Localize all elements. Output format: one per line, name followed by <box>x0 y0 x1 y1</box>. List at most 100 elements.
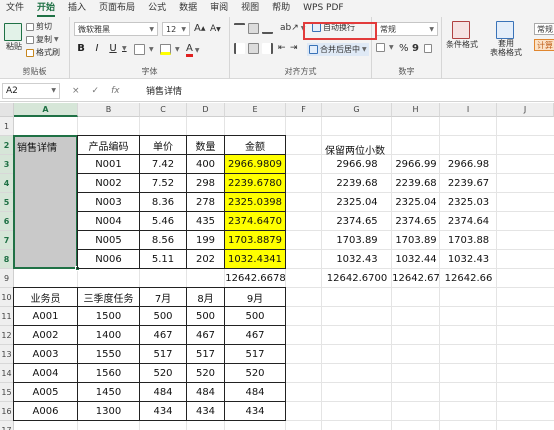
format-as-table-button[interactable]: 套用 表格格式 <box>490 21 522 57</box>
row-header-8[interactable]: 8 <box>0 250 14 269</box>
font-color-button[interactable]: A ▼ <box>186 43 199 57</box>
fill-color-button[interactable]: ▼ <box>160 44 180 55</box>
table1-cell[interactable]: 435 <box>186 211 225 231</box>
rounded-cell[interactable]: 12642.6700 <box>322 269 392 288</box>
table2-cell[interactable]: 517 <box>224 344 286 364</box>
percent-button[interactable]: % <box>399 43 409 54</box>
tab-file[interactable]: 文件 <box>6 0 24 17</box>
column-header-j[interactable]: J <box>497 103 554 117</box>
row-header-5[interactable]: 5 <box>0 193 14 212</box>
table1-header-3[interactable]: 数量 <box>186 135 225 155</box>
align-left-button[interactable] <box>234 43 247 54</box>
table2-cell[interactable]: A006 <box>13 401 78 421</box>
table1-cell[interactable]: 400 <box>186 154 225 174</box>
row-header-12[interactable]: 12 <box>0 326 14 345</box>
underline-button[interactable]: U ▼ <box>106 43 126 54</box>
table2-header-2[interactable]: 三季度任务 <box>77 287 140 307</box>
table2-cell[interactable]: 520 <box>186 363 225 383</box>
tab-view[interactable]: 视图 <box>241 0 259 17</box>
table2-cell[interactable]: A003 <box>13 344 78 364</box>
italic-button[interactable]: I <box>90 43 104 54</box>
table1-cell[interactable]: N004 <box>77 211 140 231</box>
table2-cell[interactable]: 484 <box>139 382 187 402</box>
rounded-cell[interactable]: 2966.99 <box>392 155 440 174</box>
font-size-select[interactable]: 12 ▼ <box>162 22 190 36</box>
table2-cell[interactable]: A004 <box>13 363 78 383</box>
column-header-c[interactable]: C <box>140 103 187 117</box>
table1-header-1[interactable]: 产品编码 <box>77 135 140 155</box>
row-header-1[interactable]: 1 <box>0 117 14 136</box>
table1-cell[interactable]: N002 <box>77 173 140 193</box>
table1-cell[interactable]: 2325.0398 <box>224 192 286 212</box>
align-bottom-button[interactable] <box>262 23 275 34</box>
align-center-button[interactable] <box>248 43 261 54</box>
row-header-16[interactable]: 16 <box>0 402 14 421</box>
row-header-7[interactable]: 7 <box>0 231 14 250</box>
rounded-cell[interactable]: 12642.67 <box>392 269 440 288</box>
table1-cell[interactable]: 298 <box>186 173 225 193</box>
table2-cell[interactable]: 1500 <box>77 306 140 326</box>
row-header-17[interactable]: 17 <box>0 421 14 430</box>
increase-decimal-button[interactable] <box>424 44 434 53</box>
table2-cell[interactable]: A002 <box>13 325 78 345</box>
rounded-cell[interactable]: 1032.44 <box>392 250 440 269</box>
row-header-6[interactable]: 6 <box>0 212 14 231</box>
table2-cell[interactable]: 517 <box>186 344 225 364</box>
confirm-icon[interactable]: ✓ <box>92 86 100 96</box>
table1-cell[interactable]: 2966.9809 <box>224 154 286 174</box>
table1-cell[interactable]: 278 <box>186 192 225 212</box>
row-header-11[interactable]: 11 <box>0 307 14 326</box>
cancel-icon[interactable]: × <box>72 86 80 96</box>
table2-cell[interactable]: 484 <box>186 382 225 402</box>
table1-total[interactable]: 12642.6678 <box>225 269 286 288</box>
comma-style-button[interactable]: 9 <box>412 43 419 54</box>
table1-cell[interactable]: 8.56 <box>139 230 187 250</box>
border-button[interactable]: ▼ <box>134 44 154 55</box>
table2-cell[interactable]: 484 <box>224 382 286 402</box>
merged-cell-a2-a8[interactable]: 销售详情 <box>13 135 80 271</box>
table1-cell[interactable]: 1032.4341 <box>224 249 286 269</box>
row-header-9[interactable]: 9 <box>0 269 14 288</box>
currency-button[interactable]: ▼ <box>376 43 394 52</box>
rounded-cell[interactable]: 2325.03 <box>440 193 497 212</box>
table1-cell[interactable]: 2239.6780 <box>224 173 286 193</box>
table2-cell[interactable]: 500 <box>224 306 286 326</box>
align-top-button[interactable] <box>234 23 247 34</box>
select-all-corner[interactable] <box>0 103 14 117</box>
row-header-15[interactable]: 15 <box>0 383 14 402</box>
bold-button[interactable]: B <box>74 43 88 54</box>
table2-header-3[interactable]: 7月 <box>139 287 187 307</box>
rounded-cell[interactable]: 1703.89 <box>322 231 392 250</box>
rounded-cell[interactable]: 1703.89 <box>392 231 440 250</box>
increase-font-button[interactable]: A ▲ <box>194 23 205 34</box>
table2-cell[interactable]: 467 <box>139 325 187 345</box>
increase-indent-button[interactable]: ⇥ <box>290 43 298 53</box>
merge-center-button[interactable]: 合并后居中 ▼ <box>307 43 369 56</box>
table1-header-4[interactable]: 金额 <box>224 135 286 155</box>
table2-cell[interactable]: 520 <box>224 363 286 383</box>
rounded-cell[interactable]: 2239.67 <box>440 174 497 193</box>
table2-cell[interactable]: A005 <box>13 382 78 402</box>
conditional-format-button[interactable]: 条件格式 <box>446 21 478 50</box>
table2-cell[interactable]: A001 <box>13 306 78 326</box>
table1-cell[interactable]: 5.11 <box>139 249 187 269</box>
tab-data[interactable]: 数据 <box>179 0 197 17</box>
table1-cell[interactable]: 2374.6470 <box>224 211 286 231</box>
table2-cell[interactable]: 1300 <box>77 401 140 421</box>
copy-button[interactable]: 复制 ▼ <box>26 34 59 45</box>
column-header-d[interactable]: D <box>187 103 225 117</box>
table2-cell[interactable]: 500 <box>186 306 225 326</box>
cell-style-calculation[interactable]: 计算 <box>534 39 554 51</box>
table2-cell[interactable]: 500 <box>139 306 187 326</box>
rounded-cell[interactable]: 2374.65 <box>322 212 392 231</box>
decrease-font-button[interactable]: A ▼ <box>210 24 221 34</box>
paste-button[interactable]: 粘贴 <box>4 23 24 52</box>
table2-cell[interactable]: 1450 <box>77 382 140 402</box>
table1-cell[interactable]: 5.46 <box>139 211 187 231</box>
decrease-indent-button[interactable]: ⇤ <box>278 43 286 53</box>
table1-cell[interactable]: 8.36 <box>139 192 187 212</box>
cut-button[interactable]: 剪切 <box>26 21 52 32</box>
table1-cell[interactable]: 7.42 <box>139 154 187 174</box>
number-format-select[interactable]: 常规 ▼ <box>376 22 438 36</box>
column-header-e[interactable]: E <box>225 103 286 117</box>
